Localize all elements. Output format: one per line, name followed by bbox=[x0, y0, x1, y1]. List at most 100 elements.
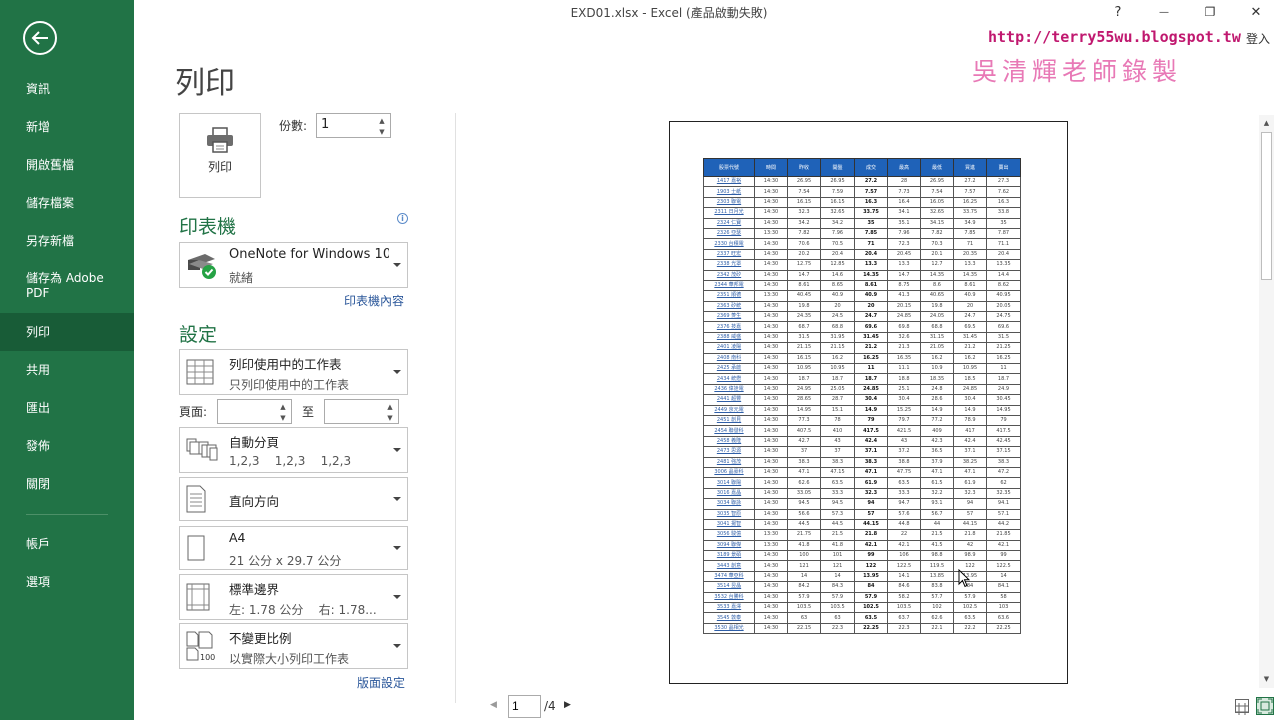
sidebar-item-print[interactable]: 列印 bbox=[0, 313, 134, 351]
scaling-select[interactable]: 100 不變更比例 以實際大小列印工作表 bbox=[179, 623, 408, 669]
table-cell: 32.6 bbox=[887, 331, 921, 344]
page-to-input[interactable] bbox=[328, 403, 383, 417]
preview-vertical-scrollbar[interactable]: ▲ ▼ bbox=[1259, 115, 1274, 688]
sidebar-item-publish[interactable]: 發佈 bbox=[0, 437, 134, 455]
paper-size-select[interactable]: A4 21 公分 x 29.7 公分 bbox=[179, 526, 408, 570]
table-cell: 61.9 bbox=[854, 477, 888, 489]
orientation-select[interactable]: 直向方向 bbox=[179, 477, 408, 521]
table-cell: 18.35 bbox=[920, 373, 954, 385]
sidebar-item-options[interactable]: 選項 bbox=[0, 573, 134, 591]
table-cell: 16.3 bbox=[854, 196, 888, 209]
table-cell: 103.5 bbox=[820, 601, 855, 614]
table-cell: 38.3 bbox=[986, 456, 1021, 468]
table-cell: 14:30 bbox=[754, 363, 788, 375]
table-cell: 14:30 bbox=[754, 570, 788, 583]
print-button[interactable]: 列印 bbox=[179, 113, 261, 198]
copies-up-arrow-icon[interactable]: ▲ bbox=[376, 115, 388, 126]
margins-select[interactable]: 標準邊界 左: 1.78 公分 右: 1.78... bbox=[179, 574, 408, 620]
watermark-name: 吳清輝老師錄製 bbox=[972, 57, 1183, 86]
table-cell: 37.1 bbox=[854, 446, 888, 458]
table-cell: 14:30 bbox=[754, 321, 788, 333]
printer-properties-link[interactable]: 印表機內容 bbox=[344, 292, 404, 309]
table-cell: 13.95 bbox=[854, 570, 888, 583]
back-button[interactable] bbox=[23, 21, 57, 55]
sign-in-link[interactable]: 登入 bbox=[1246, 30, 1270, 47]
paper-size-icon bbox=[187, 535, 205, 561]
table-cell: 94 bbox=[854, 498, 888, 510]
previous-page-icon[interactable]: ◀ bbox=[490, 700, 497, 710]
page-from-down-arrow-icon[interactable]: ▼ bbox=[277, 412, 289, 423]
table-cell: 26.95 bbox=[787, 175, 821, 188]
portrait-page-icon bbox=[186, 485, 206, 513]
close-button[interactable]: ✕ bbox=[1244, 3, 1268, 21]
table-cell: 57.9 bbox=[820, 591, 855, 604]
table-cell: 8.6 bbox=[920, 279, 954, 292]
table-cell: 3006 晶豪科 bbox=[703, 466, 755, 479]
table-cell: 69.6 bbox=[854, 321, 888, 333]
table-row: 2376 技嘉 14:30 68.7 68.8 69.6 69.8 68.8 69.5 69.6 bbox=[703, 321, 1021, 333]
info-icon[interactable]: i bbox=[397, 213, 408, 224]
table-cell: 2434 統懋 bbox=[703, 373, 755, 385]
table-cell: 14:30 bbox=[754, 238, 788, 250]
table-cell: 15.1 bbox=[820, 404, 855, 417]
table-cell: 14.35 bbox=[854, 269, 888, 281]
table-cell: 16.15 bbox=[787, 196, 821, 209]
zoom-to-page-icon[interactable] bbox=[1256, 697, 1274, 715]
sidebar-item-open[interactable]: 開啟舊檔 bbox=[0, 156, 134, 174]
table-cell: 42.1 bbox=[854, 539, 888, 552]
sidebar-item-info[interactable]: 資訊 bbox=[0, 80, 134, 98]
sidebar-item-export[interactable]: 匯出 bbox=[0, 399, 134, 417]
table-row: 3014 聯陽 14:30 62.6 63.5 61.9 63.5 61.5 61.9 62 bbox=[703, 477, 1021, 489]
table-cell: 13:30 bbox=[754, 290, 788, 302]
page-setup-link[interactable]: 版面設定 bbox=[357, 674, 405, 691]
table-cell: 14:30 bbox=[754, 560, 788, 572]
sidebar-item-share[interactable]: 共用 bbox=[0, 361, 134, 379]
table-cell: 24.7 bbox=[854, 311, 888, 323]
table-row: 3035 智原 14:30 56.6 57.3 57 57.6 56.7 57 57.1 bbox=[703, 508, 1021, 520]
table-cell: 14:30 bbox=[754, 466, 788, 479]
sidebar-item-close[interactable]: 關閉 bbox=[0, 475, 134, 493]
current-page-input[interactable] bbox=[512, 699, 537, 713]
table-cell: 2311 日月光 bbox=[703, 207, 755, 219]
minimize-button[interactable]: — bbox=[1152, 3, 1176, 21]
sidebar-item-new[interactable]: 新增 bbox=[0, 118, 134, 136]
table-cell: 44.8 bbox=[887, 518, 921, 531]
page-to-down-arrow-icon[interactable]: ▼ bbox=[384, 412, 396, 423]
table-row: 3533 嘉澤 14:30 103.5 103.5 102.5 103.5 102 102.5… bbox=[703, 601, 1021, 614]
table-cell: 21.5 bbox=[920, 529, 954, 541]
table-row: 3443 創意 14:30 121 121 122 122.5 119.5 122 122.5 bbox=[703, 560, 1021, 572]
scroll-up-arrow-icon[interactable]: ▲ bbox=[1261, 117, 1272, 128]
table-cell: 103.5 bbox=[887, 601, 921, 614]
page-from-up-arrow-icon[interactable]: ▲ bbox=[277, 401, 289, 412]
table-cell: 30.4 bbox=[953, 394, 987, 406]
sidebar-item-save-as-pdf[interactable]: 儲存為 Adobe PDF bbox=[0, 270, 134, 302]
table-cell: 42.4 bbox=[953, 435, 987, 448]
next-page-icon[interactable]: ▶ bbox=[564, 700, 571, 710]
restore-button[interactable]: ❐ bbox=[1198, 3, 1222, 21]
scrollbar-thumb[interactable] bbox=[1261, 132, 1272, 280]
scroll-down-arrow-icon[interactable]: ▼ bbox=[1261, 673, 1272, 684]
table-cell: 14:30 bbox=[754, 311, 788, 323]
page-to-up-arrow-icon[interactable]: ▲ bbox=[384, 401, 396, 412]
collate-select[interactable]: 自動分頁 1,2,3 1,2,3 1,2,3 bbox=[179, 427, 408, 473]
page-from-input[interactable] bbox=[221, 403, 276, 417]
table-cell: 2408 南科 bbox=[703, 352, 755, 365]
print-button-label: 列印 bbox=[207, 160, 232, 174]
show-margins-icon[interactable] bbox=[1235, 699, 1249, 715]
help-button[interactable]: ? bbox=[1106, 3, 1130, 21]
sidebar-item-account[interactable]: 帳戶 bbox=[0, 535, 134, 553]
copies-down-arrow-icon[interactable]: ▼ bbox=[376, 126, 388, 137]
sidebar-item-save-as[interactable]: 另存新檔 bbox=[0, 232, 134, 250]
table-cell: 24.85 bbox=[953, 383, 987, 396]
printer-select[interactable]: OneNote for Windows 10 就緒 bbox=[179, 242, 408, 288]
table-cell: 11.1 bbox=[887, 363, 921, 375]
table-cell: 20.35 bbox=[953, 248, 987, 261]
worksheet-preview-table: 股票代號 時間 昨收 開盤 成交 最高 最低 買進 賣出 1417 嘉裕 14:30 26.95 26… bbox=[703, 158, 1021, 635]
table-cell: 16.4 bbox=[887, 196, 921, 209]
table-cell: 22.3 bbox=[820, 622, 855, 635]
sidebar-item-save[interactable]: 儲存檔案 bbox=[0, 194, 134, 212]
copies-input[interactable] bbox=[321, 117, 371, 132]
table-cell: 3533 嘉澤 bbox=[703, 601, 755, 614]
print-what-select[interactable]: 列印使用中的工作表 只列印使用中的工作表 bbox=[179, 349, 408, 395]
table-cell: 14:30 bbox=[754, 622, 788, 635]
